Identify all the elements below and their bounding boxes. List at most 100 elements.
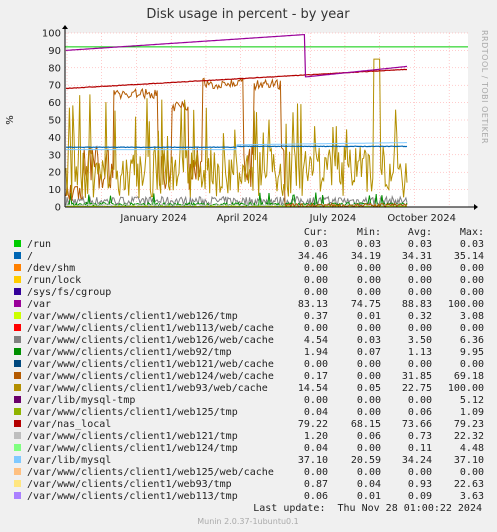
legend-series-name: /var/www/clients/client1/web124/tmp: [27, 443, 238, 454]
legend-swatch: [14, 372, 21, 379]
legend-value-avg: 73.66: [402, 419, 432, 430]
legend-value-min: 0.00: [357, 323, 381, 334]
legend-value-avg: 0.00: [408, 323, 432, 334]
x-tick-label: April 2024: [217, 213, 268, 224]
legend-series-name: /var/www/clients/client1/web93/web/cache: [27, 383, 268, 394]
legend-value-max: 4.48: [460, 443, 484, 454]
legend-value-max: 3.63: [460, 491, 484, 502]
y-tick-label: 20: [48, 168, 61, 179]
y-tick-label: 30: [48, 150, 61, 161]
legend-value-max: 0.00: [460, 287, 484, 298]
legend-series-name: /var/www/clients/client1/web113/web/cach…: [27, 323, 274, 334]
y-axis-arrow: [62, 25, 68, 29]
legend-value-avg: 1.13: [408, 347, 432, 358]
legend-column-header: Avg:: [408, 227, 432, 238]
legend-series-name: /var/www/clients/client1/web126/tmp: [27, 311, 238, 322]
legend-series-name: /var/nas_local: [27, 419, 111, 430]
y-tick-label: 0: [55, 203, 61, 214]
legend: Cur: Min: Avg: Max: /run 0.03 0.03 0.03 0.03 / 34.…: [14, 227, 484, 502]
legend-series-name: /: [27, 251, 33, 262]
legend-value-max: 5.12: [460, 395, 484, 406]
legend-series-name: /var/www/clients/client1/web125/tmp: [27, 407, 238, 418]
legend-series-name: /var/www/clients/client1/web125/web/cach…: [27, 467, 274, 478]
legend-value-min: 0.00: [357, 443, 381, 454]
munin-version: Munin 2.0.37-1ubuntu0.1: [197, 517, 299, 526]
x-tick-label: January 2024: [119, 213, 187, 224]
legend-swatch: [14, 264, 21, 271]
legend-value-cur: 37.10: [298, 455, 328, 466]
legend-value-min: 74.75: [351, 299, 381, 310]
legend-value-min: 0.06: [357, 431, 381, 442]
legend-swatch: [14, 480, 21, 487]
legend-value-avg: 0.11: [408, 443, 432, 454]
legend-value-max: 6.36: [460, 335, 484, 346]
legend-value-avg: 3.50: [408, 335, 432, 346]
legend-series-name: /var/lib/mysql-tmp: [27, 395, 135, 406]
y-tick-label: 10: [48, 185, 61, 196]
legend-swatch: [14, 396, 21, 403]
legend-value-cur: 0.03: [304, 239, 328, 250]
legend-value-cur: 1.94: [304, 347, 328, 358]
legend-value-min: 34.19: [351, 251, 381, 262]
legend-value-min: 0.03: [357, 335, 381, 346]
legend-value-max: 0.00: [460, 359, 484, 370]
legend-value-cur: 0.00: [304, 323, 328, 334]
legend-value-avg: 31.85: [402, 371, 432, 382]
legend-value-max: 69.18: [454, 371, 484, 382]
legend-value-avg: 0.32: [408, 311, 432, 322]
y-tick-label: 70: [48, 81, 61, 92]
legend-value-cur: 34.46: [298, 251, 328, 262]
legend-swatch: [14, 300, 21, 307]
legend-column-header: Min:: [357, 227, 381, 238]
legend-value-min: 0.07: [357, 347, 381, 358]
legend-value-max: 1.09: [460, 407, 484, 418]
chart-container: Disk usage in percent - by year % RRDTOO…: [0, 0, 497, 532]
legend-series-name: /run/lock: [27, 275, 81, 286]
legend-series-name: /var/www/clients/client1/web92/tmp: [27, 347, 232, 358]
legend-value-min: 68.15: [351, 419, 381, 430]
legend-column-header: Cur:: [304, 227, 328, 238]
legend-swatch: [14, 336, 21, 343]
legend-value-max: 35.14: [454, 251, 484, 262]
legend-value-avg: 34.24: [402, 455, 432, 466]
legend-value-min: 0.05: [357, 383, 381, 394]
legend-value-avg: 0.09: [408, 491, 432, 502]
legend-value-cur: 79.22: [298, 419, 328, 430]
legend-value-cur: 0.00: [304, 287, 328, 298]
legend-value-cur: 0.06: [304, 491, 328, 502]
legend-swatch: [14, 348, 21, 355]
legend-value-avg: 0.06: [408, 407, 432, 418]
y-tick-label: 80: [48, 63, 61, 74]
legend-value-min: 0.04: [357, 479, 381, 490]
legend-series-name: /var/www/clients/client1/web93/tmp: [27, 479, 232, 490]
legend-series-name: /var/www/clients/client1/web126/web/cach…: [27, 335, 274, 346]
legend-value-cur: 0.17: [304, 371, 328, 382]
legend-swatch: [14, 492, 21, 499]
legend-value-avg: 0.00: [408, 395, 432, 406]
legend-value-max: 79.23: [454, 419, 484, 430]
legend-value-avg: 0.73: [408, 431, 432, 442]
y-tick-label: 90: [48, 46, 61, 57]
legend-value-max: 22.63: [454, 479, 484, 490]
legend-value-cur: 1.20: [304, 431, 328, 442]
legend-series-name: /var/www/clients/client1/web121/web/cach…: [27, 359, 274, 370]
legend-swatch: [14, 432, 21, 439]
legend-value-min: 0.01: [357, 491, 381, 502]
legend-value-max: 0.00: [460, 323, 484, 334]
legend-swatch: [14, 240, 21, 247]
legend-series-name: /var/www/clients/client1/web121/tmp: [27, 431, 238, 442]
legend-value-min: 0.00: [357, 275, 381, 286]
legend-value-max: 100.00: [448, 383, 484, 394]
legend-series-name: /run: [27, 239, 51, 250]
legend-swatch: [14, 276, 21, 283]
legend-value-max: 9.95: [460, 347, 484, 358]
legend-value-min: 0.00: [357, 407, 381, 418]
legend-swatch: [14, 420, 21, 427]
rrdtool-credit: RRDTOOL / TOBI OETIKER: [480, 30, 489, 144]
legend-value-min: 20.59: [351, 455, 381, 466]
disk-usage-chart: Disk usage in percent - by year % RRDTOO…: [5, 7, 489, 526]
legend-swatch: [14, 456, 21, 463]
x-tick-label: July 2024: [309, 213, 357, 224]
legend-value-min: 0.03: [357, 239, 381, 250]
legend-value-avg: 0.03: [408, 239, 432, 250]
